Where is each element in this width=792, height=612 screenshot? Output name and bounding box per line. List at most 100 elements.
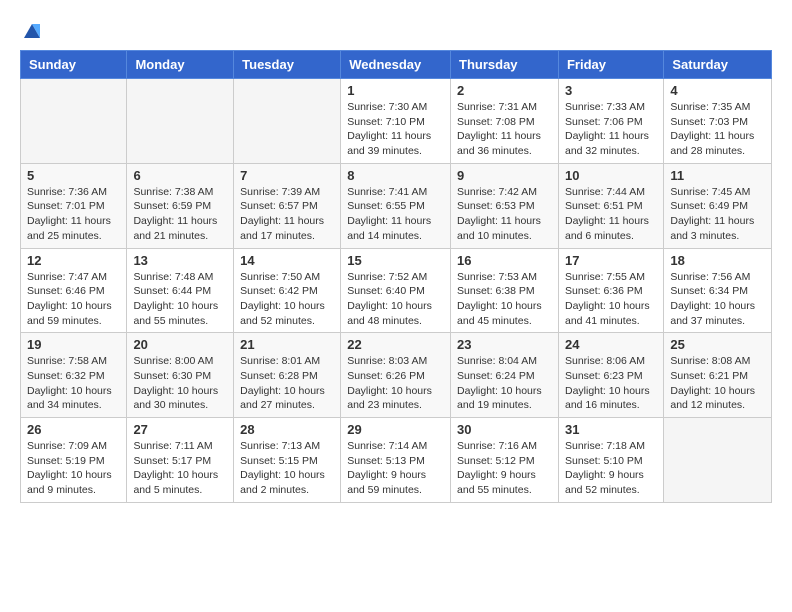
day-info: Sunrise: 7:47 AM Sunset: 6:46 PM Dayligh… <box>27 270 120 329</box>
calendar-cell: 30 Sunrise: 7:16 AM Sunset: 5:12 PM Dayli… <box>451 418 559 503</box>
weekday-header-wednesday: Wednesday <box>341 51 451 79</box>
day-number: 17 <box>565 253 657 268</box>
day-number: 6 <box>133 168 227 183</box>
day-info: Sunrise: 7:18 AM Sunset: 5:10 PM Dayligh… <box>565 439 657 498</box>
day-info: Sunrise: 7:44 AM Sunset: 6:51 PM Dayligh… <box>565 185 657 244</box>
day-number: 12 <box>27 253 120 268</box>
day-info: Sunrise: 8:01 AM Sunset: 6:28 PM Dayligh… <box>240 354 334 413</box>
calendar-cell: 1 Sunrise: 7:30 AM Sunset: 7:10 PM Daylig… <box>341 79 451 164</box>
day-number: 4 <box>670 83 765 98</box>
day-number: 30 <box>457 422 552 437</box>
calendar-cell: 21 Sunrise: 8:01 AM Sunset: 6:28 PM Dayli… <box>234 333 341 418</box>
calendar-cell: 10 Sunrise: 7:44 AM Sunset: 6:51 PM Dayli… <box>558 163 663 248</box>
day-number: 20 <box>133 337 227 352</box>
weekday-header-sunday: Sunday <box>21 51 127 79</box>
calendar-cell: 22 Sunrise: 8:03 AM Sunset: 6:26 PM Dayli… <box>341 333 451 418</box>
day-info: Sunrise: 7:58 AM Sunset: 6:32 PM Dayligh… <box>27 354 120 413</box>
weekday-header-friday: Friday <box>558 51 663 79</box>
calendar-cell: 23 Sunrise: 8:04 AM Sunset: 6:24 PM Dayli… <box>451 333 559 418</box>
calendar-cell: 16 Sunrise: 7:53 AM Sunset: 6:38 PM Dayli… <box>451 248 559 333</box>
calendar-cell <box>234 79 341 164</box>
calendar-cell: 28 Sunrise: 7:13 AM Sunset: 5:15 PM Dayli… <box>234 418 341 503</box>
day-info: Sunrise: 7:39 AM Sunset: 6:57 PM Dayligh… <box>240 185 334 244</box>
calendar-cell: 8 Sunrise: 7:41 AM Sunset: 6:55 PM Daylig… <box>341 163 451 248</box>
day-number: 9 <box>457 168 552 183</box>
calendar-cell: 15Sunrise: 7:52 AM Sunset: 6:40 PM Dayli… <box>341 248 451 333</box>
day-number: 26 <box>27 422 120 437</box>
day-number: 3 <box>565 83 657 98</box>
day-info: Sunrise: 7:50 AM Sunset: 6:42 PM Dayligh… <box>240 270 334 329</box>
calendar-cell: 26Sunrise: 7:09 AM Sunset: 5:19 PM Dayli… <box>21 418 127 503</box>
day-number: 16 <box>457 253 552 268</box>
day-info: Sunrise: 7:41 AM Sunset: 6:55 PM Dayligh… <box>347 185 444 244</box>
day-number: 5 <box>27 168 120 183</box>
day-number: 23 <box>457 337 552 352</box>
calendar-cell: 20 Sunrise: 8:00 AM Sunset: 6:30 PM Dayli… <box>127 333 234 418</box>
calendar-week-row: 12 Sunrise: 7:47 AM Sunset: 6:46 PM Dayli… <box>21 248 772 333</box>
calendar-cell: 24 Sunrise: 8:06 AM Sunset: 6:23 PM Dayli… <box>558 333 663 418</box>
day-number: 24 <box>565 337 657 352</box>
day-number: 14 <box>240 253 334 268</box>
day-number: 22 <box>347 337 444 352</box>
day-info: Sunrise: 7:36 AM Sunset: 7:01 PM Dayligh… <box>27 185 120 244</box>
calendar-cell: 18 Sunrise: 7:56 AM Sunset: 6:34 PM Dayli… <box>664 248 772 333</box>
day-info: Sunrise: 8:00 AM Sunset: 6:30 PM Dayligh… <box>133 354 227 413</box>
day-number: 10 <box>565 168 657 183</box>
day-info: Sunrise: 8:06 AM Sunset: 6:23 PM Dayligh… <box>565 354 657 413</box>
calendar-cell: 13Sunrise: 7:48 AM Sunset: 6:44 PM Dayli… <box>127 248 234 333</box>
calendar-table: SundayMondayTuesdayWednesdayThursdayFrid… <box>20 50 772 503</box>
day-info: Sunrise: 7:11 AM Sunset: 5:17 PM Dayligh… <box>133 439 227 498</box>
day-info: Sunrise: 7:55 AM Sunset: 6:36 PM Dayligh… <box>565 270 657 329</box>
day-info: Sunrise: 7:42 AM Sunset: 6:53 PM Dayligh… <box>457 185 552 244</box>
weekday-header-thursday: Thursday <box>451 51 559 79</box>
day-info: Sunrise: 7:45 AM Sunset: 6:49 PM Dayligh… <box>670 185 765 244</box>
day-number: 19 <box>27 337 120 352</box>
day-number: 29 <box>347 422 444 437</box>
calendar-cell: 19 Sunrise: 7:58 AM Sunset: 6:32 PM Dayli… <box>21 333 127 418</box>
day-info: Sunrise: 7:13 AM Sunset: 5:15 PM Dayligh… <box>240 439 334 498</box>
calendar-cell: 3 Sunrise: 7:33 AM Sunset: 7:06 PM Daylig… <box>558 79 663 164</box>
day-info: Sunrise: 7:38 AM Sunset: 6:59 PM Dayligh… <box>133 185 227 244</box>
day-info: Sunrise: 7:14 AM Sunset: 5:13 PM Dayligh… <box>347 439 444 498</box>
calendar-cell: 31Sunrise: 7:18 AM Sunset: 5:10 PM Dayli… <box>558 418 663 503</box>
page-header <box>20 20 772 40</box>
day-info: Sunrise: 7:56 AM Sunset: 6:34 PM Dayligh… <box>670 270 765 329</box>
day-info: Sunrise: 7:31 AM Sunset: 7:08 PM Dayligh… <box>457 100 552 159</box>
day-info: Sunrise: 7:30 AM Sunset: 7:10 PM Dayligh… <box>347 100 444 159</box>
calendar-cell <box>664 418 772 503</box>
day-number: 2 <box>457 83 552 98</box>
day-info: Sunrise: 8:03 AM Sunset: 6:26 PM Dayligh… <box>347 354 444 413</box>
logo <box>20 20 42 40</box>
day-info: Sunrise: 7:33 AM Sunset: 7:06 PM Dayligh… <box>565 100 657 159</box>
day-number: 25 <box>670 337 765 352</box>
calendar-cell: 29 Sunrise: 7:14 AM Sunset: 5:13 PM Dayli… <box>341 418 451 503</box>
calendar-cell: 2 Sunrise: 7:31 AM Sunset: 7:08 PM Daylig… <box>451 79 559 164</box>
day-info: Sunrise: 7:53 AM Sunset: 6:38 PM Dayligh… <box>457 270 552 329</box>
day-number: 8 <box>347 168 444 183</box>
day-number: 18 <box>670 253 765 268</box>
calendar-cell: 6 Sunrise: 7:38 AM Sunset: 6:59 PM Daylig… <box>127 163 234 248</box>
day-info: Sunrise: 8:08 AM Sunset: 6:21 PM Dayligh… <box>670 354 765 413</box>
day-number: 28 <box>240 422 334 437</box>
calendar-cell: 9 Sunrise: 7:42 AM Sunset: 6:53 PM Daylig… <box>451 163 559 248</box>
calendar-week-row: 1 Sunrise: 7:30 AM Sunset: 7:10 PM Daylig… <box>21 79 772 164</box>
calendar-header-row: SundayMondayTuesdayWednesdayThursdayFrid… <box>21 51 772 79</box>
calendar-cell: 4 Sunrise: 7:35 AM Sunset: 7:03 PM Daylig… <box>664 79 772 164</box>
day-info: Sunrise: 7:48 AM Sunset: 6:44 PM Dayligh… <box>133 270 227 329</box>
calendar-cell <box>21 79 127 164</box>
day-info: Sunrise: 7:16 AM Sunset: 5:12 PM Dayligh… <box>457 439 552 498</box>
day-info: Sunrise: 7:35 AM Sunset: 7:03 PM Dayligh… <box>670 100 765 159</box>
day-number: 1 <box>347 83 444 98</box>
day-number: 15 <box>347 253 444 268</box>
day-info: Sunrise: 8:04 AM Sunset: 6:24 PM Dayligh… <box>457 354 552 413</box>
day-number: 7 <box>240 168 334 183</box>
weekday-header-tuesday: Tuesday <box>234 51 341 79</box>
calendar-cell <box>127 79 234 164</box>
logo-icon <box>22 20 42 40</box>
calendar-cell: 11Sunrise: 7:45 AM Sunset: 6:49 PM Dayli… <box>664 163 772 248</box>
day-number: 21 <box>240 337 334 352</box>
calendar-week-row: 26Sunrise: 7:09 AM Sunset: 5:19 PM Dayli… <box>21 418 772 503</box>
calendar-cell: 14 Sunrise: 7:50 AM Sunset: 6:42 PM Dayli… <box>234 248 341 333</box>
calendar-cell: 5 Sunrise: 7:36 AM Sunset: 7:01 PM Daylig… <box>21 163 127 248</box>
calendar-cell: 12 Sunrise: 7:47 AM Sunset: 6:46 PM Dayli… <box>21 248 127 333</box>
